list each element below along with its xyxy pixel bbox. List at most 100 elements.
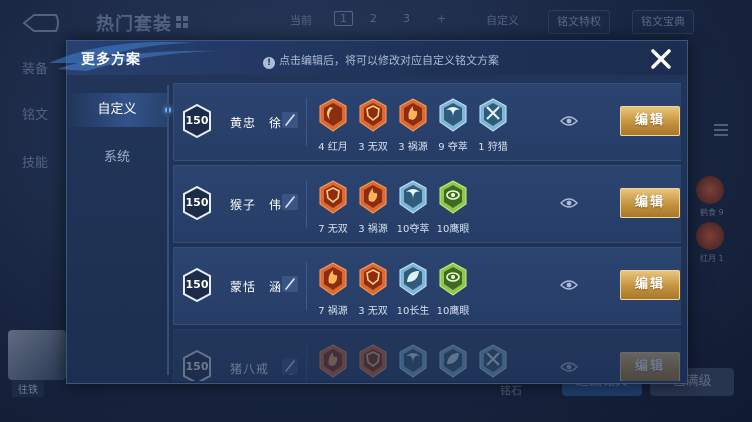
level-badge: 150 [182,268,212,302]
rune-slot: 9 夺萃 [436,98,470,156]
plan-row[interactable]: 150 黄忠 徐 4 红月 3 无双 3 祸源 9 夺萃 1 狩猎 编辑 [173,83,681,161]
red-shield-rune-icon [359,98,387,132]
rune-label: 10鹰眼 [436,224,470,235]
blue-leaf-rune-icon [439,344,467,378]
tab-system[interactable]: 系统 [67,141,167,175]
plan-name: 黄忠 徐 [230,116,283,130]
bottom-left-text: 铭石 [500,384,522,397]
plan-row[interactable]: 150 猴子 伟 7 无双 3 祸源 10夺萃 10鹰眼 编辑 [173,165,681,243]
info-icon: ! [263,57,275,69]
close-icon[interactable] [647,45,675,73]
nav-equipment[interactable]: 装备 [22,58,48,77]
blue-leaf-rune-icon [399,262,427,296]
rune-slot: 1 狩猎 [476,98,510,156]
rune-slot: 3 无双 [356,262,390,320]
rune-label: 10鹰眼 [436,306,470,317]
rename-pen-icon[interactable] [282,112,298,128]
red-shield-rune-icon [319,180,347,214]
rune-slot: 10鹰眼 [436,262,470,320]
info-text: 点击编辑后，将可以修改对应自定义铭文方案 [279,54,499,67]
red-flame-rune-icon [319,262,347,296]
plan-list[interactable]: 150 黄忠 徐4 红月 3 无双 3 祸源 9 夺萃 1 狩猎 编辑 150 猴子 伟7 无双… [173,83,681,381]
level-value: 150 [185,360,209,373]
modal-title: 更多方案 [81,52,141,68]
rune-label: 1 狩猎 [478,142,508,153]
rune-slot: 10长生 [396,262,430,320]
pager-label: 当前 [290,14,312,27]
edit-button[interactable]: 编辑 [620,270,680,300]
red-shield-rune-icon [359,344,387,378]
rune-slot [316,344,350,381]
plan-row[interactable]: 150 猪八戒 兔编辑 [173,329,681,381]
edit-button[interactable]: 编辑 [620,106,680,136]
avatar-label: 往铁 [12,380,44,397]
plan-name: 蒙恬 涵 [230,280,283,294]
rune-slot [476,344,510,381]
side-divider [167,85,169,375]
level-value: 150 [185,278,209,291]
level-value: 150 [185,114,209,127]
side-rune-label: 红月 1 [700,254,724,263]
blue-cross-rune-icon [479,344,507,378]
green-eye-rune-icon [439,262,467,296]
row-divider [306,180,307,228]
rename-pen-icon[interactable] [282,194,298,210]
rename-pen-icon[interactable] [282,276,298,292]
blue-cross-rune-icon [479,98,507,132]
pager-page-3[interactable]: 3 [403,12,410,25]
rune-slot [396,344,430,381]
plan-row[interactable]: 150 蒙恬 涵 7 祸源 3 无双 10长生 10鹰眼 编辑 [173,247,681,325]
row-divider [306,262,307,310]
level-badge: 150 [182,186,212,220]
side-rune-icon [696,176,724,204]
rune-guide-button[interactable]: 铭文宝典 [632,10,694,34]
edit-button[interactable]: 编辑 [620,188,680,218]
plan-name: 猴子 伟 [230,198,283,212]
rune-slot: 7 祸源 [316,262,350,320]
row-divider [306,344,307,381]
red-flame-rune-icon [359,180,387,214]
level-badge: 150 [182,350,212,381]
red-flame-rune-icon [399,98,427,132]
rune-slot [436,344,470,381]
rename-pen-icon[interactable] [282,358,298,374]
side-rune-icon [696,222,724,250]
level-badge: 150 [182,104,212,138]
preview-eye-icon[interactable] [560,278,578,292]
nav-skills[interactable]: 技能 [22,152,48,171]
rune-slot [356,344,390,381]
rune-slot: 4 红月 [316,98,350,156]
plan-type-tabs: 自定义 系统 [67,75,171,383]
preview-eye-icon[interactable] [560,114,578,128]
blue-wing-rune-icon [399,180,427,214]
grid-icon[interactable] [176,16,188,28]
edit-button[interactable]: 编辑 [620,352,680,381]
preview-eye-icon[interactable] [560,196,578,210]
preview-eye-icon[interactable] [560,360,578,374]
red-shield-rune-icon [359,262,387,296]
rune-slot: 10鹰眼 [436,180,470,238]
tab-custom[interactable]: 自定义 [67,93,171,127]
pager-add[interactable]: + [437,12,446,25]
red-moon-rune-icon [319,98,347,132]
red-flame-rune-icon [319,344,347,378]
rune-special-button[interactable]: 铭文特权 [548,10,610,34]
blue-wing-rune-icon [439,98,467,132]
more-plans-modal: 更多方案 ! 点击编辑后，将可以修改对应自定义铭文方案 自定义 系统 150 黄忠 … [49,40,688,384]
row-divider [306,98,307,146]
side-rune-label: 鹤食 9 [700,208,724,217]
blue-wing-rune-icon [399,344,427,378]
rune-slot: 10夺萃 [396,180,430,238]
rune-slot: 3 祸源 [396,98,430,156]
pager-custom[interactable]: 自定义 [486,12,519,28]
pager-page-2[interactable]: 2 [370,12,377,25]
rune-slot: 7 无双 [316,180,350,238]
menu-icon[interactable] [714,124,728,139]
info-hint: ! 点击编辑后，将可以修改对应自定义铭文方案 [263,52,499,69]
back-arrow-icon[interactable] [20,12,60,34]
nav-runes[interactable]: 铭文 [22,104,48,123]
pager-page-1[interactable]: 1 [334,11,353,26]
rune-slot: 3 无双 [356,98,390,156]
hero-avatar[interactable] [8,330,66,380]
level-value: 150 [185,196,209,209]
